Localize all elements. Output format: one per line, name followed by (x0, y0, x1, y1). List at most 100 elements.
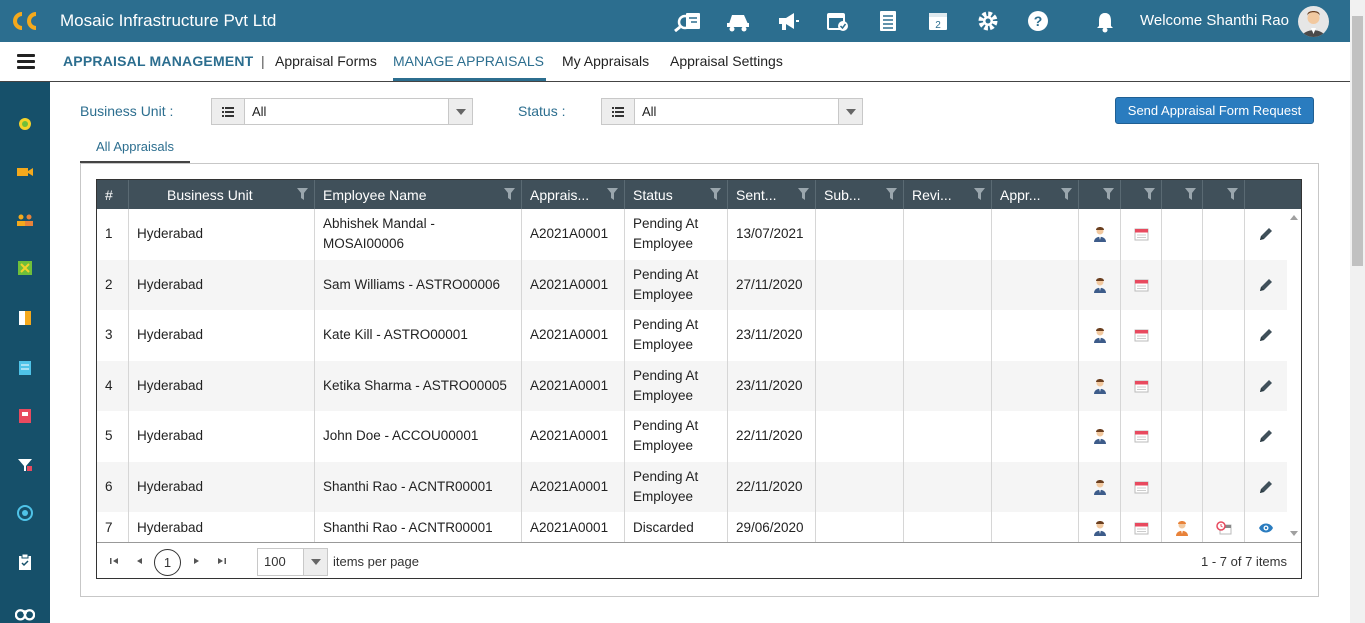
calendar-icon[interactable] (1121, 411, 1162, 462)
table-row[interactable]: 5 Hyderabad John Doe - ACCOU00001 A2021A000… (97, 411, 1287, 462)
edit-icon[interactable] (1245, 310, 1287, 361)
clipboard-icon[interactable] (15, 552, 35, 572)
document-list-icon[interactable] (870, 0, 906, 42)
filter-icon[interactable] (798, 188, 809, 200)
employee-icon[interactable] (1079, 310, 1121, 361)
calendar-check-icon[interactable] (820, 0, 856, 42)
bell-icon[interactable] (1094, 10, 1116, 39)
table-row[interactable]: 2 Hyderabad Sam Williams - ASTRO00006 A2021… (97, 259, 1287, 311)
status-select[interactable]: All (601, 98, 863, 125)
schedule-icon[interactable] (1203, 512, 1245, 542)
help-icon[interactable]: ? (1020, 0, 1056, 42)
column-header-number[interactable]: # (97, 180, 129, 209)
binoculars-icon[interactable] (15, 603, 35, 623)
column-header-business-unit[interactable]: Business Unit (129, 180, 315, 209)
book-icon[interactable] (15, 358, 35, 378)
hamburger-menu-icon[interactable] (17, 54, 35, 70)
column-header-employee-name[interactable]: Employee Name (315, 180, 522, 209)
module-title[interactable]: APPRAISAL MANAGEMENT (63, 53, 253, 69)
filter-icon[interactable] (1227, 188, 1238, 200)
chevron-down-icon[interactable] (838, 99, 862, 124)
calendar-icon[interactable] (1121, 360, 1162, 411)
table-row[interactable]: 3 Hyderabad Kate Kill - ASTRO00001 A2021A00… (97, 310, 1287, 361)
employee-icon[interactable] (1079, 360, 1121, 411)
column-header-action-1[interactable] (1079, 180, 1121, 209)
next-page-icon[interactable] (191, 555, 201, 567)
list-icon[interactable] (602, 99, 635, 124)
notebook-icon[interactable] (15, 406, 35, 426)
nav-my-appraisals[interactable]: My Appraisals (562, 53, 649, 69)
table-row[interactable]: 4 Hyderabad Ketika Sharma - ASTRO00005 A202… (97, 360, 1287, 412)
scroll-up-icon[interactable] (1290, 213, 1298, 221)
edit-icon[interactable] (1245, 462, 1287, 513)
document-icon[interactable] (15, 308, 35, 328)
edit-icon[interactable] (1245, 209, 1287, 260)
grid-scrollbar[interactable] (1287, 209, 1301, 542)
current-page[interactable]: 1 (154, 549, 181, 576)
chevron-down-icon[interactable] (448, 99, 472, 124)
view-icon[interactable] (1245, 512, 1287, 542)
first-page-icon[interactable] (109, 555, 119, 567)
column-header-reviewed[interactable]: Revi... (904, 180, 992, 209)
column-header-approved[interactable]: Appr... (992, 180, 1079, 209)
filter-icon[interactable] (1144, 188, 1155, 200)
search-report-icon[interactable] (670, 0, 706, 42)
edit-icon[interactable] (1245, 361, 1287, 412)
users-icon[interactable] (15, 210, 35, 230)
filter-icon[interactable] (1103, 188, 1114, 200)
column-header-submitted[interactable]: Sub... (816, 180, 904, 209)
gear-icon[interactable] (970, 0, 1006, 42)
calendar-icon[interactable] (1121, 512, 1162, 542)
column-header-appraisal[interactable]: Apprais... (522, 180, 625, 209)
per-page-select[interactable]: 100 (257, 548, 328, 576)
puzzle-icon[interactable] (15, 258, 35, 278)
edit-icon[interactable] (1245, 411, 1287, 462)
tab-all-appraisals[interactable]: All Appraisals (80, 136, 190, 163)
filter-icon[interactable] (607, 188, 618, 200)
video-icon[interactable] (15, 162, 35, 182)
last-page-icon[interactable] (217, 555, 227, 567)
transport-icon[interactable] (720, 0, 756, 42)
calendar-icon[interactable] (1121, 259, 1162, 310)
filter-icon[interactable] (1185, 188, 1196, 200)
announcement-icon[interactable] (770, 0, 806, 42)
employee-icon[interactable] (1079, 411, 1121, 462)
send-appraisal-request-button[interactable]: Send Appraisal Form Request (1115, 97, 1314, 124)
target-icon[interactable] (15, 503, 35, 523)
filter-icon[interactable] (886, 188, 897, 200)
scroll-down-icon[interactable] (1290, 530, 1298, 538)
nav-appraisal-forms[interactable]: Appraisal Forms (275, 53, 377, 69)
page-scrollbar[interactable] (1350, 0, 1365, 623)
column-header-action-3[interactable] (1162, 180, 1203, 209)
nav-manage-appraisals[interactable]: MANAGE APPRAISALS (393, 53, 544, 69)
column-header-sent[interactable]: Sent... (728, 180, 816, 209)
filter-icon[interactable] (504, 188, 515, 200)
employee-icon[interactable] (1079, 461, 1121, 512)
business-unit-select[interactable]: All (211, 98, 473, 125)
chevron-down-icon[interactable] (303, 549, 327, 575)
filter-icon[interactable] (710, 188, 721, 200)
column-header-status[interactable]: Status (625, 180, 728, 209)
filter-icon[interactable] (974, 188, 985, 200)
calendar-date-icon[interactable]: 2 (920, 0, 956, 42)
avatar[interactable] (1298, 6, 1329, 37)
table-row[interactable]: 7 Hyderabad Shanthi Rao - ACNTR00001 A2021A… (97, 512, 1287, 542)
table-row[interactable]: 6 Hyderabad Shanthi Rao - ACNTR00001 A2021A… (97, 461, 1287, 513)
edit-icon[interactable] (1245, 260, 1287, 311)
column-header-action-4[interactable] (1203, 180, 1245, 209)
calendar-icon[interactable] (1121, 209, 1162, 260)
filter-icon[interactable] (1061, 188, 1072, 200)
column-header-action-2[interactable] (1121, 180, 1162, 209)
reviewer-icon[interactable] (1162, 512, 1203, 542)
filter-icon[interactable] (297, 188, 308, 200)
employee-icon[interactable] (1079, 209, 1121, 260)
table-row[interactable]: 1 Hyderabad Abhishek Mandal - MOSAI00006 A2… (97, 209, 1287, 260)
filter-icon[interactable] (15, 455, 35, 475)
company-logo-icon[interactable] (0, 0, 50, 42)
employee-icon[interactable] (1079, 512, 1121, 542)
nav-appraisal-settings[interactable]: Appraisal Settings (670, 53, 783, 69)
dashboard-icon[interactable] (15, 114, 35, 134)
calendar-icon[interactable] (1121, 461, 1162, 512)
calendar-icon[interactable] (1121, 310, 1162, 361)
employee-icon[interactable] (1079, 259, 1121, 310)
